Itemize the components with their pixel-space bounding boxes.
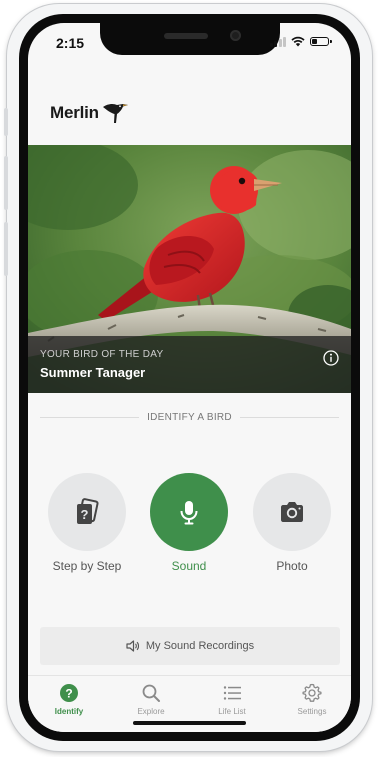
tab-identify-label: Identify [54, 707, 84, 716]
bird-of-day-kicker: YOUR BIRD OF THE DAY [40, 349, 164, 360]
identify-divider: IDENTIFY A BIRD [40, 410, 340, 424]
sound-circle[interactable] [150, 473, 228, 551]
tab-life-list-label: Life List [218, 707, 246, 716]
identify-heading: IDENTIFY A BIRD [147, 411, 232, 423]
divider-line-right [239, 416, 340, 418]
identify-options: ? Step by Step Sound Photo [28, 473, 351, 583]
gear-icon [301, 682, 323, 704]
svg-text:?: ? [65, 687, 72, 701]
photo-circle[interactable] [253, 473, 331, 551]
my-sound-recordings-label: My Sound Recordings [145, 640, 255, 652]
volume-up-button [4, 156, 8, 210]
earpiece-speaker [164, 33, 208, 39]
front-camera [230, 30, 241, 41]
tab-life-list[interactable]: Life List [197, 682, 267, 716]
sound-button[interactable]: Sound [144, 473, 234, 573]
speaker-icon [126, 640, 139, 652]
wifi-icon [291, 36, 305, 47]
volume-down-button [4, 222, 8, 276]
signal-icon [269, 36, 286, 47]
status-time: 2:15 [56, 35, 85, 51]
step-by-step-button[interactable]: ? Step by Step [42, 473, 132, 573]
bird-logo-icon [102, 103, 128, 123]
bird-of-day-name: Summer Tanager [40, 365, 146, 380]
bird-of-day-caption: YOUR BIRD OF THE DAY Summer Tanager [28, 336, 351, 393]
my-sound-recordings-button[interactable]: My Sound Recordings [40, 627, 340, 665]
photo-button[interactable]: Photo [247, 473, 337, 573]
info-icon[interactable] [323, 350, 339, 366]
camera-icon [281, 502, 303, 522]
mute-switch [4, 108, 8, 136]
status-icons [269, 36, 332, 47]
photo-label: Photo [276, 559, 308, 573]
tab-explore[interactable]: Explore [116, 682, 186, 716]
step-by-step-circle[interactable]: ? [48, 473, 126, 551]
question-cards-icon: ? [77, 498, 99, 524]
list-icon [221, 682, 243, 704]
logo-text: Merlin [50, 103, 99, 122]
battery-fill [312, 39, 317, 44]
bird-of-day-card[interactable]: YOUR BIRD OF THE DAY Summer Tanager [28, 145, 351, 393]
question-circle-icon: ? [58, 682, 80, 704]
divider-line-left [40, 416, 140, 418]
home-indicator[interactable] [133, 721, 246, 725]
app-screen: 2:15 Merlin YOUR BIRD OF THE DAY Summer … [28, 23, 351, 732]
microphone-icon [180, 501, 198, 525]
sound-label: Sound [171, 559, 207, 573]
notch [100, 23, 280, 55]
battery-icon [310, 37, 332, 46]
tab-identify[interactable]: ? Identify [34, 682, 104, 716]
search-icon [140, 682, 162, 704]
phone-bezel: 2:15 Merlin YOUR BIRD OF THE DAY Summer … [19, 14, 360, 741]
tab-settings[interactable]: Settings [277, 682, 347, 716]
bottom-tab-bar: ? Identify Explore Life List Settings [28, 675, 351, 732]
svg-text:?: ? [81, 507, 89, 522]
phone-frame: 2:15 Merlin YOUR BIRD OF THE DAY Summer … [4, 4, 372, 751]
tab-explore-label: Explore [137, 707, 165, 716]
tab-settings-label: Settings [297, 707, 327, 716]
merlin-logo: Merlin [50, 101, 131, 125]
step-by-step-label: Step by Step [52, 559, 122, 573]
